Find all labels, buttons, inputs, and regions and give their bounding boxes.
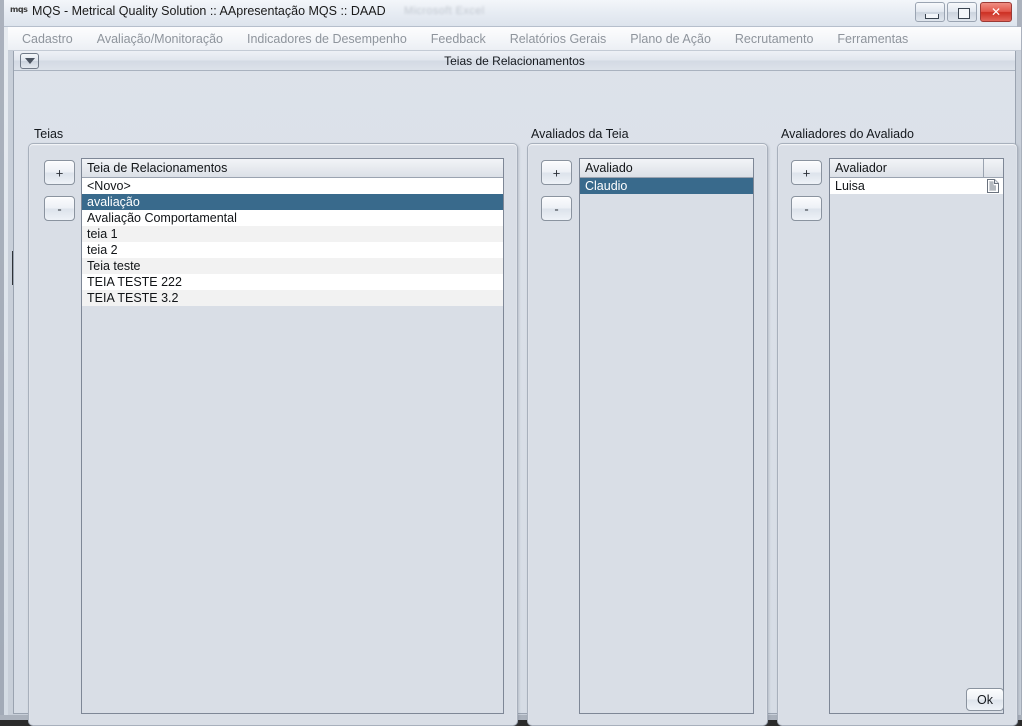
- form-caption-bar: Teias de Relacionamentos: [14, 51, 1015, 71]
- menu-item-ferramentas[interactable]: Ferramentas: [825, 30, 920, 48]
- remove-teia-label: -: [57, 201, 62, 216]
- group-label-teias: Teias: [34, 127, 64, 141]
- menu-item-relatorios[interactable]: Relatórios Gerais: [498, 30, 619, 48]
- add-teia-label: +: [55, 165, 64, 180]
- avaliadores-grid-body[interactable]: Luisa: [830, 178, 1003, 713]
- avaliadores-column-header: Avaliador: [835, 161, 887, 175]
- table-row[interactable]: Avaliação Comportamental: [82, 210, 503, 226]
- teia-row-label: TEIA TESTE 222: [87, 275, 182, 289]
- app-logo-icon: mqs: [10, 5, 28, 14]
- menu-item-avaliacao[interactable]: Avaliação/Monitoração: [85, 30, 235, 48]
- close-icon: ✕: [990, 5, 1002, 19]
- table-row[interactable]: TEIA TESTE 222: [82, 274, 503, 290]
- menu-item-indicadores[interactable]: Indicadores de Desempenho: [235, 30, 419, 48]
- table-row[interactable]: teia 2: [82, 242, 503, 258]
- remove-avaliado-label: -: [554, 201, 559, 216]
- teia-row-label: Teia teste: [87, 259, 141, 273]
- table-row[interactable]: avaliação: [82, 194, 503, 210]
- table-row[interactable]: Teia teste: [82, 258, 503, 274]
- teias-grid[interactable]: Teia de Relacionamentos <Novo> avaliação A…: [81, 158, 504, 714]
- avaliados-grid-body[interactable]: Claudio: [580, 178, 753, 713]
- ok-button-label: Ok: [977, 692, 993, 707]
- close-button[interactable]: ✕: [980, 2, 1012, 22]
- remove-avaliador-label: -: [804, 201, 809, 216]
- teias-grid-body[interactable]: <Novo> avaliação Avaliação Comportamental t…: [82, 178, 503, 713]
- window-title: MQS - Metrical Quality Solution :: AApre…: [32, 4, 386, 18]
- add-avaliador-label: +: [802, 165, 811, 180]
- group-label-avaliadores: Avaliadores do Avaliado: [781, 127, 914, 141]
- avaliados-grid-header: Avaliado: [580, 159, 753, 178]
- add-avaliado-label: +: [552, 165, 561, 180]
- add-avaliador-button[interactable]: +: [791, 160, 822, 185]
- add-avaliado-button[interactable]: +: [541, 160, 572, 185]
- avaliados-grid[interactable]: Avaliado Claudio: [579, 158, 754, 714]
- menu-bar: Cadastro Avaliação/Monitoração Indicador…: [8, 27, 1021, 51]
- form-title: Teias de Relacionamentos: [444, 54, 585, 68]
- teia-row-label: <Novo>: [87, 179, 131, 193]
- add-teia-button[interactable]: +: [44, 160, 75, 185]
- title-bar: mqs MQS - Metrical Quality Solution :: A…: [4, 0, 1017, 27]
- minimize-button[interactable]: [915, 2, 945, 22]
- maximize-icon: [958, 8, 970, 19]
- table-row[interactable]: Luisa: [830, 178, 1003, 194]
- menu-item-recrutamento[interactable]: Recrutamento: [723, 30, 826, 48]
- table-row[interactable]: TEIA TESTE 3.2: [82, 290, 503, 306]
- menu-item-plano-de-acao[interactable]: Plano de Ação: [618, 30, 723, 48]
- teias-column-header: Teia de Relacionamentos: [87, 161, 228, 175]
- avaliados-column-header: Avaliado: [585, 161, 633, 175]
- table-row[interactable]: <Novo>: [82, 178, 503, 194]
- teia-row-label: TEIA TESTE 3.2: [87, 291, 179, 305]
- mdi-client-area: Teias de Relacionamentos Teias Avaliados…: [8, 51, 1021, 726]
- teia-row-label: teia 1: [87, 227, 118, 241]
- form-teias-de-relacionamentos: Teias de Relacionamentos Teias Avaliados…: [13, 51, 1018, 726]
- avaliadores-grid[interactable]: Avaliador Luisa: [829, 158, 1004, 714]
- avaliadores-column-header-extra: [983, 159, 1003, 177]
- menu-item-cadastro[interactable]: Cadastro: [8, 30, 85, 48]
- avaliador-row-label: Luisa: [835, 179, 865, 193]
- remove-avaliador-button[interactable]: -: [791, 196, 822, 221]
- table-row[interactable]: Claudio: [580, 178, 753, 194]
- avaliado-row-label: Claudio: [585, 179, 628, 193]
- menu-item-feedback[interactable]: Feedback: [419, 30, 498, 48]
- titlebar-ghost-text: Microsoft Excel: [404, 5, 485, 17]
- table-row[interactable]: teia 1: [82, 226, 503, 242]
- teia-row-label: teia 2: [87, 243, 118, 257]
- maximize-button[interactable]: [947, 2, 977, 22]
- minimize-icon: [925, 14, 939, 19]
- remove-avaliado-button[interactable]: -: [541, 196, 572, 221]
- teia-row-label: avaliação: [87, 195, 140, 209]
- teias-grid-header: Teia de Relacionamentos: [82, 159, 503, 178]
- avaliadores-grid-header: Avaliador: [830, 159, 1003, 178]
- application-window: mqs MQS - Metrical Quality Solution :: A…: [0, 0, 1022, 726]
- teia-row-label: Avaliação Comportamental: [87, 211, 237, 225]
- ok-button[interactable]: Ok: [966, 688, 1004, 711]
- group-label-avaliados: Avaliados da Teia: [531, 127, 629, 141]
- document-icon[interactable]: [986, 179, 1000, 193]
- remove-teia-button[interactable]: -: [44, 196, 75, 221]
